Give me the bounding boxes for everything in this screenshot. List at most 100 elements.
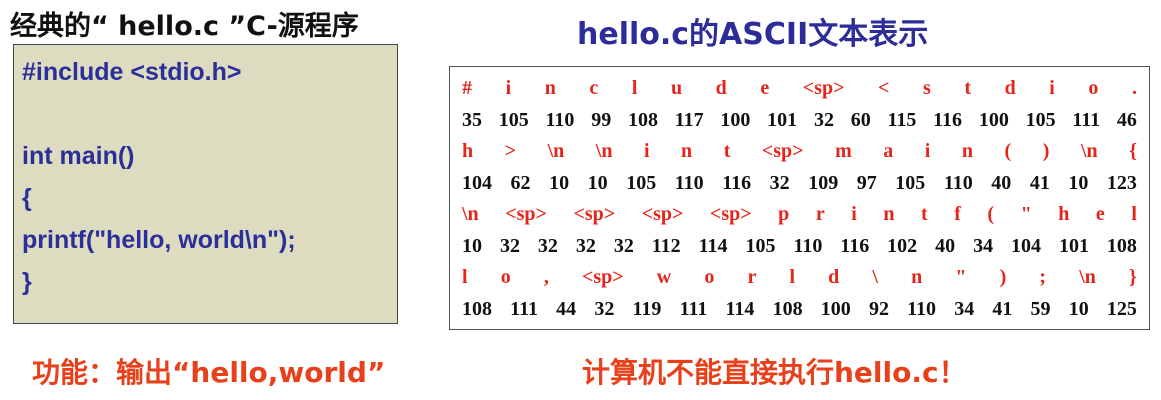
ascii-char-row: l o, <sp> w o r l d \ n "); \n} [462, 262, 1137, 294]
ascii-char: # [462, 77, 472, 99]
ascii-code: 32 [813, 108, 834, 131]
ascii-char-row: # i n c l u d e <sp> < s t d i o. [462, 73, 1137, 105]
ascii-char: d [715, 77, 727, 99]
ascii-code-row: 104 62 10 10 105 110 116 32 109 97 105 110 40 41 10 123 [462, 168, 1137, 200]
ascii-code: 34 [954, 297, 975, 320]
ascii-code: 105 [626, 171, 657, 194]
ascii-char: h [1058, 203, 1070, 225]
ascii-code: 105 [745, 234, 776, 257]
ascii-char: u [670, 77, 683, 99]
ascii-char: " [955, 266, 967, 288]
ascii-char: e [760, 77, 770, 99]
ascii-code: 32 [594, 297, 615, 320]
ascii-char: <sp> [761, 140, 804, 162]
ascii-char: . [1131, 77, 1137, 99]
ascii-char: } [1129, 266, 1137, 288]
ascii-char: m [835, 140, 852, 162]
ascii-char: o [704, 266, 715, 288]
ascii-code: 125 [1106, 297, 1137, 320]
ascii-char: ; [1039, 266, 1047, 288]
ascii-code: 32 [769, 171, 790, 194]
ascii-char: d [1004, 77, 1016, 99]
ascii-char: l [789, 266, 796, 288]
ascii-code: 110 [907, 297, 937, 320]
ascii-code: 101 [1058, 234, 1089, 257]
ascii-code: 100 [820, 297, 851, 320]
ascii-char: n [544, 77, 556, 99]
ascii-code: 92 [868, 297, 889, 320]
ascii-code: 105 [895, 171, 926, 194]
ascii-code: 35 [462, 108, 482, 131]
ascii-code: 111 [1072, 108, 1101, 131]
execution-note: 计算机不能直接执行hello.c！ [582, 356, 967, 389]
code-line: } [22, 268, 32, 296]
ascii-code: 10 [462, 234, 482, 257]
ascii-code: 105 [1025, 108, 1056, 131]
ascii-code: 110 [545, 108, 575, 131]
ascii-char: i [643, 140, 650, 162]
ascii-char: a [883, 140, 894, 162]
ascii-table: # i n c l u d e <sp> < s t d i o. 35 105 110 99 108 117 100 10… [449, 66, 1150, 330]
source-code-box: #include <stdio.h> int main() { printf("… [13, 44, 398, 324]
function-note: 功能：输出“hello,world” [32, 356, 386, 389]
ascii-code: 105 [498, 108, 529, 131]
ascii-char: { [1129, 140, 1137, 162]
ascii-char: l [631, 77, 638, 99]
ascii-char: ) [1042, 140, 1050, 162]
ascii-code: 60 [850, 108, 871, 131]
ascii-code: 32 [613, 234, 634, 257]
ascii-char: o [1088, 77, 1099, 99]
ascii-code: 100 [720, 108, 751, 131]
ascii-code: 104 [462, 171, 492, 194]
ascii-code: 116 [722, 171, 752, 194]
ascii-char: \n [547, 140, 565, 162]
ascii-code: 110 [943, 171, 973, 194]
ascii-code: 112 [651, 234, 681, 257]
ascii-char: i [1049, 77, 1055, 99]
ascii-char: i [924, 140, 931, 162]
ascii-code: 115 [887, 108, 917, 131]
ascii-char: > [504, 140, 517, 162]
ascii-code: 114 [698, 234, 728, 257]
ascii-code: 111 [510, 297, 538, 320]
ascii-code: 34 [973, 234, 994, 257]
ascii-char: " [1020, 203, 1032, 225]
left-title: 经典的“ hello.c ”C-源程序 [10, 11, 359, 42]
ascii-code: 41 [992, 297, 1013, 320]
ascii-char: \n [1080, 140, 1098, 162]
ascii-char: <sp> [581, 266, 624, 288]
ascii-char-row: h > \n \n i n t <sp> m a i n () \n { [462, 136, 1137, 168]
ascii-char: p [778, 203, 790, 225]
ascii-code: 100 [978, 108, 1009, 131]
ascii-code: 41 [1029, 171, 1050, 194]
ascii-code: 46 [1116, 108, 1137, 131]
ascii-char-row: \n <sp> <sp> <sp> <sp> p r i n t f (" h e l [462, 199, 1137, 231]
ascii-code: 108 [462, 297, 492, 320]
ascii-char: w [656, 266, 672, 288]
ascii-char: f [954, 203, 961, 225]
ascii-char: n [883, 203, 895, 225]
ascii-code-row: 108 111 44 32 119 111 114 108 100 92 110 34 41 59 10 12… [462, 294, 1137, 326]
ascii-code: 110 [674, 171, 704, 194]
ascii-char: <sp> [641, 203, 684, 225]
ascii-code: 102 [887, 234, 918, 257]
ascii-code: 32 [537, 234, 558, 257]
ascii-char: <sp> [573, 203, 616, 225]
ascii-code: 108 [1106, 234, 1137, 257]
ascii-code: 116 [933, 108, 963, 131]
ascii-char: t [723, 140, 731, 162]
ascii-code: 110 [793, 234, 823, 257]
ascii-code: 104 [1011, 234, 1042, 257]
ascii-char: , [543, 266, 549, 288]
ascii-code: 40 [935, 234, 956, 257]
code-line: int main() [22, 142, 135, 170]
ascii-code: 101 [767, 108, 798, 131]
code-line: printf("hello, world\n"); [22, 226, 296, 254]
ascii-char: l [1131, 203, 1137, 225]
ascii-char: n [961, 140, 973, 162]
ascii-code: 114 [725, 297, 755, 320]
ascii-char: < [878, 77, 890, 99]
ascii-char: ( [1004, 140, 1012, 162]
ascii-char: n [911, 266, 923, 288]
